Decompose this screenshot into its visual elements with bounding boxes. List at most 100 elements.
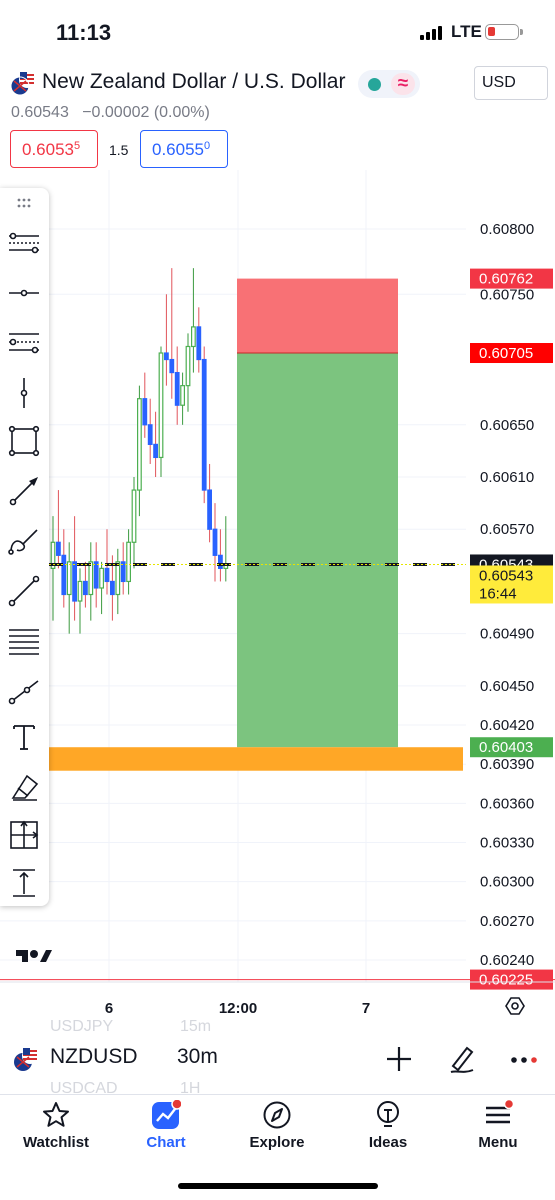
price-axis-label: 0.60610 xyxy=(480,469,534,486)
candle xyxy=(137,385,142,517)
sell-button[interactable]: 0.60535 xyxy=(10,130,98,168)
chart-settings-icon[interactable] xyxy=(505,997,525,1015)
status-bar: 11:13 LTE xyxy=(0,0,555,62)
price-axis-label: 0.60750 xyxy=(480,286,534,303)
currency-button[interactable]: USD xyxy=(474,66,548,100)
candle xyxy=(174,346,180,425)
brush-icon[interactable] xyxy=(5,522,43,560)
market-status-pill[interactable]: ≈ xyxy=(358,70,420,98)
text-icon[interactable] xyxy=(5,718,43,756)
price-axis-label: 0.60850 xyxy=(480,170,534,173)
price-axis-label: 0.60450 xyxy=(480,678,534,695)
candle-body xyxy=(218,554,223,569)
price-badge-line-level: 0.60225 xyxy=(470,969,553,990)
price-axis-label: 0.60650 xyxy=(480,417,534,434)
candle-body xyxy=(207,489,213,530)
candle xyxy=(185,333,191,412)
interval-selector[interactable]: 30m xyxy=(177,1045,218,1069)
candle xyxy=(153,411,159,478)
candle-body xyxy=(174,371,180,406)
buy-button[interactable]: 0.60550 xyxy=(140,130,228,168)
tab-watchlist[interactable]: Watchlist xyxy=(11,1100,101,1160)
price-chart[interactable]: 0.60850 0.60800 0.60750 0.60650 0.60610 0.605… xyxy=(0,170,555,1020)
position-zones[interactable] xyxy=(49,278,463,771)
arrow-icon[interactable] xyxy=(5,472,43,510)
tab-ideas[interactable]: Ideas xyxy=(343,1100,433,1160)
compass-icon xyxy=(263,1101,291,1129)
trend-line-icon[interactable] xyxy=(5,572,43,610)
candle xyxy=(223,516,229,582)
home-indicator xyxy=(178,1183,378,1189)
candle xyxy=(72,516,78,621)
candle-body xyxy=(77,580,83,602)
candle-body xyxy=(158,352,164,459)
candle-body xyxy=(153,443,159,459)
candle-body xyxy=(201,358,207,491)
signal-icon xyxy=(420,26,444,40)
candle xyxy=(131,477,137,569)
candle-body xyxy=(72,561,78,602)
drawing-pen-icon[interactable] xyxy=(445,1042,479,1076)
badge-value: 0.60543 xyxy=(479,567,533,584)
candle xyxy=(93,542,99,608)
price-axis-label: 0.60270 xyxy=(480,913,534,930)
candle xyxy=(99,561,105,615)
quote-line: 0.60543 −0.00002 (0.00%) xyxy=(11,104,210,122)
candle xyxy=(169,268,175,399)
candle-body xyxy=(61,554,67,596)
tab-chart[interactable]: Chart xyxy=(121,1100,211,1160)
tab-explore[interactable]: Explore xyxy=(232,1100,322,1160)
time-axis-label: 12:00 xyxy=(219,1000,257,1017)
tab-label: Watchlist xyxy=(22,1134,90,1151)
lightbulb-icon xyxy=(377,1101,399,1127)
drag-handle-icon[interactable] xyxy=(5,192,43,214)
candle-body xyxy=(93,561,99,589)
candle-body xyxy=(88,561,94,596)
candle xyxy=(158,346,164,478)
status-time: 11:13 xyxy=(56,20,112,45)
candle-body xyxy=(115,561,121,596)
candle xyxy=(82,561,88,608)
tab-label: Ideas xyxy=(368,1134,408,1151)
price-axis-label: 0.60240 xyxy=(480,952,534,969)
delayed-data-icon: ≈ xyxy=(391,73,415,95)
measure-icon[interactable] xyxy=(5,864,43,902)
spread-value: 1.5 xyxy=(109,142,129,158)
candle xyxy=(142,372,148,438)
fib-channel-icon[interactable] xyxy=(5,622,43,660)
candle-body xyxy=(185,345,191,387)
long-position-icon[interactable] xyxy=(5,816,43,854)
eraser-icon[interactable] xyxy=(5,768,43,806)
parallel-channel-icon[interactable] xyxy=(5,324,43,362)
ray-icon[interactable] xyxy=(5,672,43,710)
price-axis-label: 0.60390 xyxy=(480,756,534,773)
symbol-title[interactable]: New Zealand Dollar / U.S. Dollar xyxy=(42,70,345,94)
price-badge-take-profit: 0.60403 xyxy=(470,737,553,758)
chart-icon xyxy=(152,1100,181,1129)
rectangle-icon[interactable] xyxy=(5,422,43,460)
support-zone xyxy=(49,747,463,771)
tab-menu[interactable]: Menu xyxy=(453,1100,543,1160)
candlestick-series xyxy=(50,268,229,634)
time-axis-label: 7 xyxy=(362,1000,370,1017)
candle xyxy=(212,503,218,582)
price-change: −0.00002 (0.00%) xyxy=(82,104,210,121)
fib-retracement-icon[interactable] xyxy=(5,224,43,262)
horizontal-line-icon[interactable] xyxy=(5,274,43,312)
drawing-toolbar[interactable] xyxy=(0,188,49,906)
price-badge-entry: 0.60705 xyxy=(470,343,553,364)
price-axis-label: 0.60490 xyxy=(480,626,534,643)
candle-body xyxy=(99,567,105,589)
candle-body xyxy=(55,541,61,556)
add-icon[interactable] xyxy=(382,1042,416,1076)
candle-body xyxy=(169,358,175,374)
candle xyxy=(50,516,56,621)
buy-price: 0.6055 xyxy=(152,140,204,159)
candle-body xyxy=(142,398,148,426)
symbol-selector[interactable]: NZDUSD xyxy=(50,1045,138,1069)
vertical-line-icon[interactable] xyxy=(5,374,43,412)
market-open-icon xyxy=(368,78,381,91)
candle xyxy=(147,398,153,464)
candle-body xyxy=(164,352,169,361)
more-options-icon[interactable] xyxy=(507,1042,541,1076)
